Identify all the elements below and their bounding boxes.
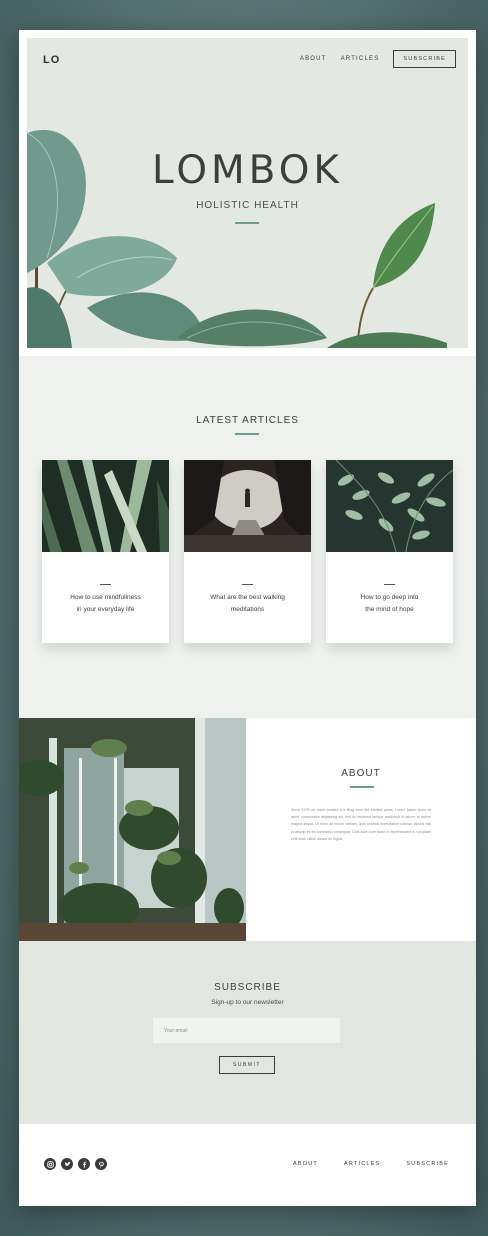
article-image bbox=[326, 460, 453, 552]
card-divider bbox=[242, 584, 253, 585]
email-field[interactable] bbox=[153, 1018, 340, 1043]
article-title: What are the best walking meditations bbox=[194, 592, 301, 616]
article-card[interactable]: How to go deep into the mind of hope bbox=[326, 460, 453, 643]
article-card[interactable]: What are the best walking meditations bbox=[184, 460, 311, 643]
hero-accent-bar bbox=[235, 222, 259, 224]
hero-subtitle: HOLISTIC HEALTH bbox=[196, 200, 299, 211]
instagram-icon[interactable] bbox=[44, 1158, 56, 1170]
article-card[interactable]: How to use mindfullness in your everyday… bbox=[42, 460, 169, 643]
site-logo[interactable]: LO bbox=[43, 54, 60, 66]
article-title-line: the mind of hope bbox=[365, 606, 414, 613]
about-image bbox=[19, 718, 246, 941]
footer-nav: ABOUT ARTICLES SUBSCRIBE bbox=[293, 1161, 449, 1167]
social-icons bbox=[44, 1158, 107, 1170]
article-title-line: How to use mindfullness bbox=[70, 594, 141, 601]
footer-link-about[interactable]: ABOUT bbox=[293, 1161, 318, 1167]
subscribe-subtitle: Sign-up to our newsletter bbox=[211, 999, 284, 1006]
card-divider bbox=[384, 584, 395, 585]
footer-link-subscribe[interactable]: SUBSCRIBE bbox=[406, 1161, 449, 1167]
article-title: How to use mindfullness in your everyday… bbox=[52, 592, 159, 616]
twitter-icon[interactable] bbox=[61, 1158, 73, 1170]
submit-button[interactable]: SUBMIT bbox=[219, 1056, 275, 1074]
article-title-line: meditations bbox=[230, 606, 265, 613]
nav-link-articles[interactable]: ARTICLES bbox=[341, 56, 380, 62]
footer-link-articles[interactable]: ARTICLES bbox=[344, 1161, 380, 1167]
article-title: How to go deep into the mind of hope bbox=[336, 592, 443, 616]
article-image bbox=[184, 460, 311, 552]
article-title-line: What are the best walking bbox=[210, 594, 285, 601]
articles-section: LATEST ARTICLES How to use mindfullness … bbox=[19, 356, 476, 718]
nav-subscribe-button[interactable]: SUBSCRIBE bbox=[393, 50, 456, 68]
article-image bbox=[42, 460, 169, 552]
articles-accent-bar bbox=[235, 433, 259, 435]
about-title: ABOUT bbox=[341, 768, 381, 779]
subscribe-title: SUBSCRIBE bbox=[214, 982, 281, 993]
hero-plant-leaves bbox=[27, 129, 447, 348]
page: LO ABOUT ARTICLES SUBSCRIBE LOMBOK HOLIS… bbox=[19, 30, 476, 1206]
about-body-text: Since 1975 we have created a a Blog from… bbox=[291, 808, 431, 841]
subscribe-section: SUBSCRIBE Sign-up to our newsletter SUBM… bbox=[19, 941, 476, 1124]
card-divider bbox=[100, 584, 111, 585]
nav-link-about[interactable]: ABOUT bbox=[300, 56, 327, 62]
pinterest-icon[interactable] bbox=[95, 1158, 107, 1170]
about-accent-bar bbox=[350, 786, 374, 788]
articles-title: LATEST ARTICLES bbox=[196, 415, 299, 426]
top-nav: ABOUT ARTICLES SUBSCRIBE bbox=[300, 50, 456, 68]
article-title-line: How to go deep into bbox=[360, 594, 419, 601]
hero-title: LOMBOK bbox=[151, 148, 344, 193]
about-section: ABOUT Since 1975 we have created a a Blo… bbox=[246, 718, 476, 941]
article-title-line: in your everyday life bbox=[76, 606, 135, 613]
facebook-icon[interactable] bbox=[78, 1158, 90, 1170]
footer: ABOUT ARTICLES SUBSCRIBE bbox=[19, 1124, 476, 1206]
hero-section: LO ABOUT ARTICLES SUBSCRIBE LOMBOK HOLIS… bbox=[27, 38, 468, 348]
